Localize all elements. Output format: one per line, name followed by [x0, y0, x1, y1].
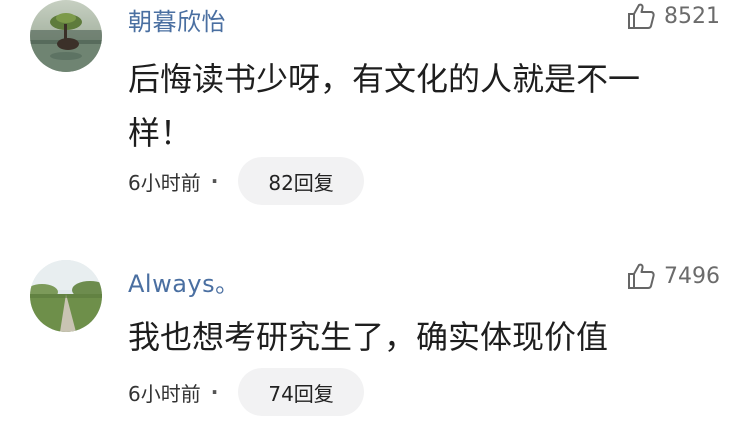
comment-item: 朝暮欣怡 8521 后悔读书少呀，有文化的人就是不一样！ 6小时前 · 82回复 — [0, 0, 750, 215]
like-count: 8521 — [664, 3, 720, 29]
username[interactable]: 朝暮欣怡 — [128, 2, 226, 37]
avatar[interactable] — [30, 260, 102, 332]
tree-lake-avatar-image — [30, 0, 102, 72]
comment-item: Always。 7496 我也想考研究生了，确实体现价值 6小时前 · 74回复 — [0, 250, 750, 437]
reply-button[interactable]: 74回复 — [238, 368, 364, 416]
like-button[interactable]: 8521 — [626, 2, 720, 30]
comment-text: 后悔读书少呀，有文化的人就是不一样！ — [128, 60, 641, 152]
country-road-avatar-image — [30, 260, 102, 332]
like-count: 7496 — [664, 263, 720, 289]
separator-dot: · — [210, 169, 219, 193]
reply-button[interactable]: 82回复 — [238, 157, 364, 205]
avatar[interactable] — [30, 0, 102, 72]
comment-text: 我也想考研究生了，确实体现价值 — [128, 318, 609, 356]
thumbs-up-icon — [628, 263, 655, 289]
thumbs-up-icon — [628, 3, 655, 29]
username[interactable]: Always。 — [128, 264, 240, 299]
like-button[interactable]: 7496 — [626, 262, 720, 290]
separator-dot: · — [210, 380, 219, 404]
comment-meta: 6小时前 · 82回复 — [128, 157, 364, 205]
comment-meta: 6小时前 · 74回复 — [128, 368, 364, 416]
timestamp: 6小时前 — [128, 381, 201, 406]
timestamp: 6小时前 — [128, 170, 201, 195]
